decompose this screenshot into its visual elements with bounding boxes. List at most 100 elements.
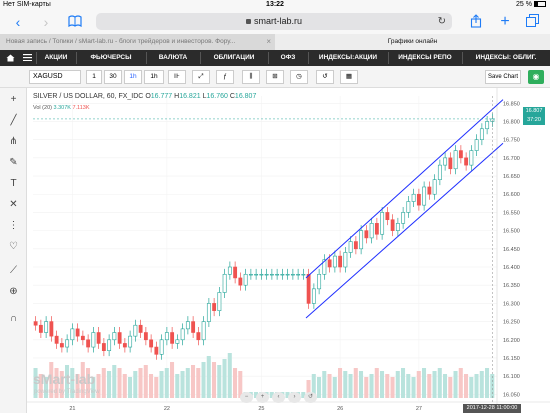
url-bar[interactable]: smart-lab.ru ↻ bbox=[96, 13, 452, 30]
candle-body bbox=[411, 193, 416, 202]
candle-body bbox=[117, 332, 122, 344]
prediction-icon[interactable]: ⋮ bbox=[6, 219, 21, 233]
y-tick-label: 16.200 bbox=[503, 338, 520, 344]
interval-30[interactable]: 30 bbox=[104, 70, 122, 84]
candle-body bbox=[317, 273, 322, 290]
price-chart[interactable]: 16.050 16.100 16.150 16.200 16.250 16.300 16.3… bbox=[27, 88, 550, 413]
interval-1[interactable]: 1 bbox=[86, 70, 102, 84]
chart-area[interactable]: 16.050 16.100 16.150 16.200 16.250 16.300 16.3… bbox=[27, 88, 550, 413]
candle-body bbox=[217, 292, 222, 311]
brush-icon[interactable]: ✎ bbox=[6, 156, 21, 170]
volume-bar bbox=[233, 368, 238, 398]
bars-style-icon[interactable]: ⊪ bbox=[168, 70, 186, 84]
templates-icon[interactable]: ⊞ bbox=[266, 70, 284, 84]
shapes-icon[interactable]: ♡ bbox=[6, 240, 21, 254]
reset-chart-icon[interactable]: ↺ bbox=[304, 392, 317, 403]
candle-body bbox=[243, 273, 248, 286]
home-icon[interactable] bbox=[4, 50, 16, 66]
volume-bar bbox=[458, 368, 463, 398]
text-icon[interactable]: T bbox=[6, 177, 21, 191]
crosshair-icon[interactable]: + bbox=[6, 93, 21, 107]
nav-bonds[interactable]: ОБЛИГАЦИИ bbox=[201, 50, 267, 66]
candle-body bbox=[206, 303, 211, 322]
y-tick-label: 16.500 bbox=[503, 229, 520, 235]
channel-upper-line bbox=[305, 99, 504, 279]
candle-body bbox=[59, 343, 64, 348]
zoom-in-icon[interactable]: + bbox=[256, 392, 269, 403]
volume-bar bbox=[385, 374, 390, 398]
candle-body bbox=[233, 266, 238, 279]
nav-futures[interactable]: ФЬЮЧЕРСЫ bbox=[77, 50, 145, 66]
new-tab-icon[interactable]: + bbox=[497, 14, 513, 30]
replay-icon[interactable]: ↺ bbox=[316, 70, 334, 84]
tabs-overview-icon[interactable] bbox=[524, 14, 540, 30]
back-icon[interactable]: ‹ bbox=[10, 14, 26, 30]
y-tick-label: 16.350 bbox=[503, 283, 520, 289]
scroll-right-icon[interactable]: › bbox=[288, 392, 301, 403]
close-tab-icon[interactable]: × bbox=[266, 34, 271, 50]
compare-icon[interactable]: ⤢ bbox=[192, 70, 210, 84]
y-tick-label: 16.750 bbox=[503, 138, 520, 144]
nav-currency[interactable]: ВАЛЮТА bbox=[147, 50, 199, 66]
nav-index-stocks[interactable]: ИНДЕКСЫ:АКЦИИ bbox=[309, 50, 387, 66]
pattern-icon[interactable]: ✕ bbox=[6, 198, 21, 212]
volume-label: Vol (20) bbox=[33, 105, 52, 111]
chart-toolbar: XAGUSD 1 30 1h 1h ⊪ ⤢ ƒ ⫼ ⊞ ◷ ↺ ▦ Save C… bbox=[0, 66, 550, 88]
candle-body bbox=[112, 332, 117, 341]
candle-body bbox=[385, 212, 390, 221]
layout-icon[interactable]: ▦ bbox=[340, 70, 358, 84]
y-tick-label: 16.050 bbox=[503, 392, 520, 398]
tab-smartlab-post[interactable]: Новая запись / Топики / sMart-lab.ru - б… bbox=[0, 34, 275, 50]
zoom-icon[interactable]: ⊕ bbox=[6, 285, 21, 299]
candle-body bbox=[443, 157, 448, 166]
nav-index-repo[interactable]: ИНДЕКСЫ РЕПО bbox=[389, 50, 461, 66]
reload-icon[interactable]: ↻ bbox=[438, 13, 446, 30]
zoom-out-icon[interactable]: − bbox=[240, 392, 253, 403]
y-tick-label: 16.250 bbox=[503, 320, 520, 326]
magnet-icon[interactable]: ∩ bbox=[6, 312, 21, 326]
candle-body bbox=[427, 186, 432, 195]
bookmarks-icon[interactable] bbox=[67, 14, 83, 30]
volume-bar bbox=[353, 368, 358, 398]
share-icon[interactable] bbox=[468, 14, 484, 30]
volume-bar bbox=[380, 371, 385, 398]
indicators-icon[interactable]: ƒ bbox=[216, 70, 234, 84]
symbol-input[interactable]: XAGUSD bbox=[29, 70, 81, 84]
trendline-icon[interactable]: ╱ bbox=[6, 114, 21, 128]
x-tick-label: 26 bbox=[337, 406, 343, 412]
candle-body bbox=[369, 223, 374, 239]
smartlab-watermark: sMart-lab bbox=[33, 371, 96, 387]
browser-tabs: Новая запись / Топики / sMart-lab.ru - б… bbox=[0, 34, 550, 50]
candle-body bbox=[75, 328, 80, 337]
nav-index-bonds[interactable]: ИНДЕКСЫ: ОБЛИГ. bbox=[463, 50, 549, 66]
scroll-left-icon[interactable]: ‹ bbox=[272, 392, 285, 403]
volume-bar bbox=[479, 371, 484, 398]
volume-bar bbox=[117, 368, 122, 398]
save-chart-button[interactable]: Save Chart bbox=[485, 70, 521, 84]
candles-icon[interactable]: ⫼ bbox=[242, 70, 260, 84]
interval-dropdown[interactable]: 1h bbox=[144, 70, 164, 84]
alert-icon[interactable]: ◷ bbox=[290, 70, 308, 84]
x-tick-label: 27 bbox=[416, 406, 422, 412]
volume-bar bbox=[395, 371, 400, 398]
camera-icon[interactable]: ◉ bbox=[528, 70, 544, 84]
tab-charts-online[interactable]: Графики онлайн bbox=[275, 34, 550, 50]
menu-icon[interactable] bbox=[20, 50, 34, 66]
volume-bar bbox=[322, 371, 327, 398]
candle-body bbox=[301, 273, 306, 276]
interval-1h[interactable]: 1h bbox=[124, 70, 142, 84]
candle-body bbox=[343, 252, 348, 268]
candle-body bbox=[238, 277, 243, 286]
forward-icon[interactable]: › bbox=[38, 14, 54, 30]
tab-label: Новая запись / Топики / sMart-lab.ru - б… bbox=[6, 38, 236, 45]
candle-body bbox=[65, 339, 70, 348]
drawing-tools-panel: + ╱ ⋔ ✎ T ✕ ⋮ ♡ ⟋ ⊕ ∩ bbox=[0, 88, 27, 413]
nav-stocks[interactable]: АКЦИИ bbox=[37, 50, 75, 66]
candle-body bbox=[138, 324, 143, 333]
measure-icon[interactable]: ⟋ bbox=[6, 264, 21, 278]
candle-body bbox=[353, 241, 358, 250]
candle-body bbox=[406, 201, 411, 213]
nav-ofz[interactable]: ОФЗ bbox=[269, 50, 307, 66]
volume-bar bbox=[138, 368, 143, 398]
fib-icon[interactable]: ⋔ bbox=[6, 135, 21, 149]
